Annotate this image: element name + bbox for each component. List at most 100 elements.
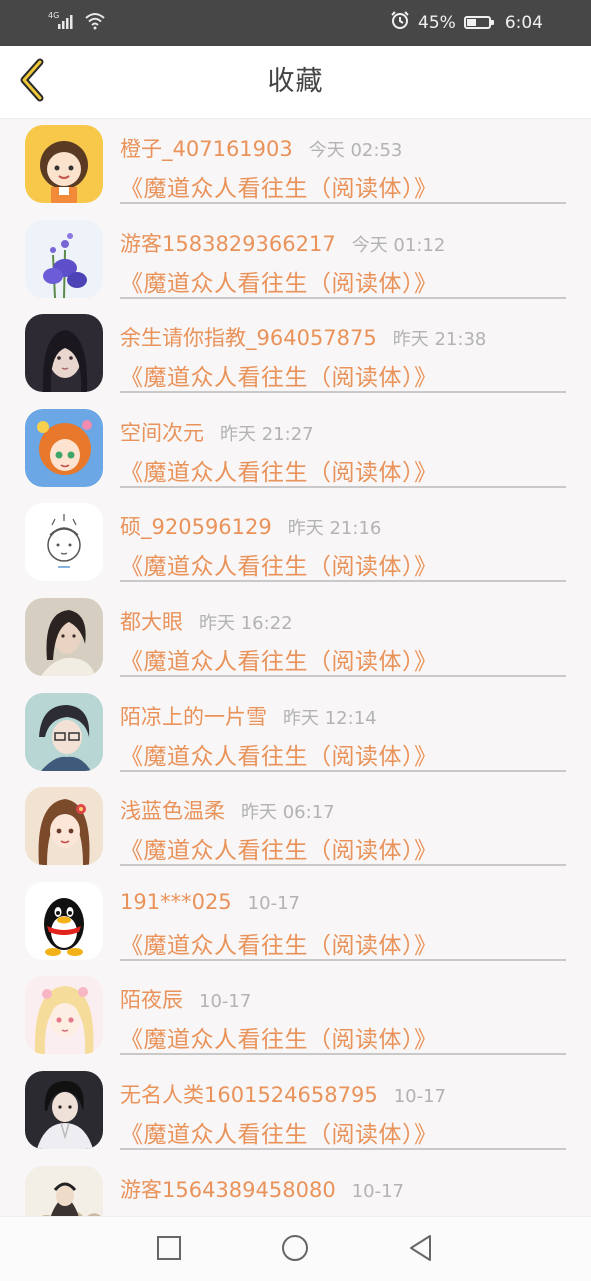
- list-item[interactable]: 都大眼 昨天 16:22 《魔道众人看往生（阅读体）》: [0, 592, 591, 687]
- divider: [120, 202, 566, 204]
- item-header: 陌夜辰 10-17: [120, 984, 251, 1014]
- book-title-link[interactable]: 《魔道众人看往生（阅读体）》: [120, 831, 438, 865]
- timestamp: 10-17: [247, 892, 300, 914]
- username[interactable]: 陌夜辰: [120, 984, 183, 1014]
- username[interactable]: 空间次元: [120, 417, 204, 447]
- alarm-icon: [390, 10, 410, 35]
- avatar[interactable]: [25, 881, 103, 960]
- divider: [120, 580, 566, 583]
- timestamp: 10-17: [199, 991, 252, 1013]
- avatar[interactable]: [25, 408, 103, 487]
- username[interactable]: 橙子_407161903: [120, 133, 293, 163]
- item-header: 橙子_407161903 今天 02:53: [120, 133, 402, 163]
- divider: [120, 1053, 566, 1056]
- divider: [120, 674, 566, 677]
- divider: [120, 769, 566, 772]
- timestamp: 10-17: [351, 1180, 405, 1202]
- divider: [120, 1147, 566, 1150]
- divider: [120, 391, 566, 394]
- triangle-back-icon: [408, 1234, 434, 1266]
- item-header: 191***025 10-17: [120, 890, 300, 914]
- timestamp: 10-17: [393, 1085, 447, 1107]
- list-item[interactable]: 陌夜辰 10-17 《魔道众人看往生（阅读体）》: [0, 970, 591, 1065]
- circle-icon: [281, 1234, 309, 1266]
- username[interactable]: 浅蓝色温柔: [120, 795, 225, 825]
- book-title-link[interactable]: 《魔道众人看往生（阅读体）》: [120, 547, 438, 581]
- avatar[interactable]: [25, 787, 103, 866]
- avatar[interactable]: [25, 125, 103, 203]
- list-item[interactable]: 游客1583829366217 今天 01:12 《魔道众人看往生（阅读体）》: [0, 214, 591, 309]
- list-item[interactable]: 陌凉上的一片雪 昨天 12:14 《魔道众人看往生（阅读体）》: [0, 687, 591, 782]
- avatar[interactable]: [25, 219, 103, 298]
- username[interactable]: 余生请你指教_964057875: [120, 322, 377, 352]
- list-item[interactable]: 橙子_407161903 今天 02:53 《魔道众人看往生（阅读体）》: [0, 119, 591, 214]
- timestamp: 昨天 21:27: [220, 423, 314, 445]
- avatar[interactable]: [25, 692, 103, 771]
- divider: [120, 864, 566, 867]
- battery-percent: 45%: [418, 12, 456, 33]
- signal-icon: 4G: [48, 10, 78, 34]
- home-button[interactable]: [278, 1233, 312, 1267]
- network-type: 4G: [48, 11, 59, 20]
- list-item[interactable]: 浅蓝色温柔 昨天 06:17 《魔道众人看往生（阅读体）》: [0, 781, 591, 876]
- username[interactable]: 陌凉上的一片雪: [120, 701, 267, 731]
- recent-apps-button[interactable]: [152, 1233, 186, 1267]
- book-title-link[interactable]: 《魔道众人看往生（阅读体）》: [120, 926, 438, 960]
- header: 收藏: [0, 46, 591, 119]
- page-title: 收藏: [267, 66, 324, 97]
- book-title-link[interactable]: 《魔道众人看往生（阅读体）》: [120, 264, 438, 298]
- username[interactable]: 都大眼: [120, 606, 183, 636]
- item-header: 硕_920596129 昨天 21:16: [120, 511, 381, 541]
- list-item[interactable]: 191***025 10-17 《魔道众人看往生（阅读体）》: [0, 876, 591, 971]
- divider: [120, 958, 566, 961]
- timestamp: 昨天 21:16: [287, 518, 382, 540]
- timestamp: 昨天 21:38: [392, 329, 487, 351]
- avatar[interactable]: [25, 976, 103, 1055]
- book-title-link[interactable]: 《魔道众人看往生（阅读体）》: [120, 169, 438, 203]
- item-header: 游客1583829366217 今天 01:12: [120, 228, 445, 258]
- timestamp: 今天 01:12: [351, 234, 446, 256]
- list-item[interactable]: 无名人类1601524658795 10-17 《魔道众人看往生（阅读体）》: [0, 1065, 591, 1160]
- system-back-button[interactable]: [404, 1233, 438, 1267]
- username[interactable]: 游客1583829366217: [120, 228, 336, 258]
- system-nav-bar: [0, 1216, 591, 1281]
- list-item[interactable]: 空间次元 昨天 21:27 《魔道众人看往生（阅读体）》: [0, 403, 591, 498]
- book-title-link[interactable]: 《魔道众人看往生（阅读体）》: [120, 642, 438, 676]
- item-header: 陌凉上的一片雪 昨天 12:14: [120, 701, 377, 731]
- username[interactable]: 硕_920596129: [120, 511, 272, 541]
- book-title-link[interactable]: 《魔道众人看往生（阅读体）》: [120, 1115, 438, 1149]
- list-item[interactable]: 硕_920596129 昨天 21:16 《魔道众人看往生（阅读体）》: [0, 497, 591, 592]
- book-title-link[interactable]: 《魔道众人看往生（阅读体）》: [120, 358, 438, 392]
- avatar[interactable]: [25, 597, 103, 676]
- book-title-link[interactable]: 《魔道众人看往生（阅读体）》: [120, 1020, 438, 1054]
- book-title-link[interactable]: 《魔道众人看往生（阅读体）》: [120, 737, 438, 771]
- wifi-icon: [84, 10, 106, 34]
- book-title-link[interactable]: 《魔道众人看往生（阅读体）》: [120, 453, 438, 487]
- status-bar: 4G 45% 6:04: [0, 0, 591, 46]
- list-item[interactable]: 游客156438945808010-17《魔道众人看往生（阅读体）》: [0, 1160, 591, 1216]
- username[interactable]: 191***025: [120, 890, 232, 914]
- status-right: 45% 6:04: [390, 10, 543, 35]
- avatar[interactable]: [25, 503, 103, 582]
- item-header: 无名人类1601524658795 10-17: [120, 1079, 446, 1109]
- item-header: 余生请你指教_964057875 昨天 21:38: [120, 322, 486, 352]
- item-header: 空间次元 昨天 21:27: [120, 417, 314, 447]
- divider: [120, 296, 566, 299]
- battery-fill: [466, 19, 476, 26]
- clock: 6:04: [504, 12, 543, 33]
- username[interactable]: 无名人类1601524658795: [120, 1079, 378, 1109]
- avatar[interactable]: [25, 1165, 103, 1216]
- item-header: 浅蓝色温柔 昨天 06:17: [120, 795, 335, 825]
- timestamp: 昨天 12:14: [283, 707, 377, 729]
- list-item[interactable]: 余生请你指教_964057875 昨天 21:38 《魔道众人看往生（阅读体）》: [0, 308, 591, 403]
- square-icon: [156, 1235, 182, 1265]
- network-indicators: 4G: [48, 10, 106, 34]
- battery-icon: [463, 16, 494, 29]
- avatar[interactable]: [25, 1070, 103, 1149]
- item-header: 游客1564389458080 10-17: [120, 1174, 404, 1204]
- favorites-list[interactable]: 橙子_407161903 今天 02:53 《魔道众人看往生（阅读体）》 游客1583…: [0, 119, 591, 1216]
- timestamp: 今天 02:53: [308, 140, 403, 161]
- avatar[interactable]: [25, 314, 103, 393]
- item-header: 都大眼 昨天 16:22: [120, 606, 293, 636]
- username[interactable]: 游客1564389458080: [120, 1174, 336, 1204]
